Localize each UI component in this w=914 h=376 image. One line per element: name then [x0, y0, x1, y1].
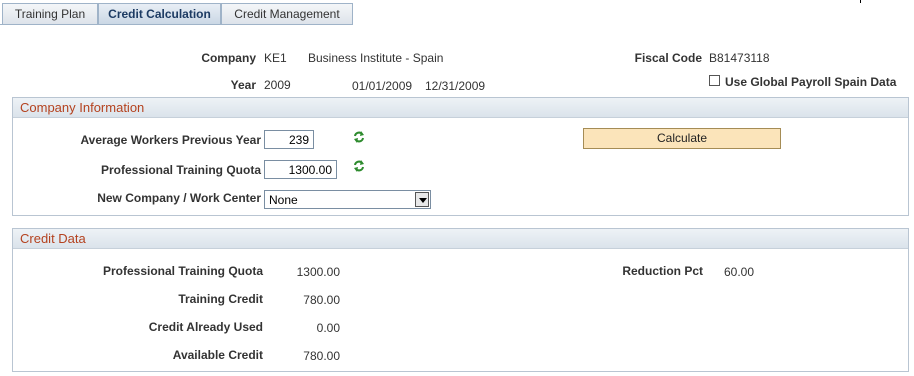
company-name: Business Institute - Spain — [308, 51, 444, 65]
company-label: Company — [201, 51, 256, 65]
available-credit-value: 780.00 — [303, 349, 340, 363]
company-information-header: Company Information — [13, 98, 908, 118]
calculate-button[interactable]: Calculate — [583, 128, 781, 149]
work-center-select[interactable]: None — [264, 190, 431, 209]
training-quota-input[interactable] — [264, 160, 337, 179]
global-payroll-label: Use Global Payroll Spain Data — [725, 75, 897, 89]
dropdown-arrow-icon[interactable] — [415, 192, 429, 207]
fiscal-code-label: Fiscal Code — [634, 51, 702, 65]
tab-credit-management[interactable]: Credit Management — [221, 3, 353, 24]
tab-training-plan[interactable]: Training Plan — [2, 3, 98, 24]
avg-workers-input[interactable] — [264, 130, 314, 149]
training-credit-value: 780.00 — [303, 293, 340, 307]
fiscal-code-value: B81473118 — [709, 51, 770, 65]
work-center-value: None — [269, 193, 298, 207]
year-label: Year — [230, 78, 256, 92]
credit-used-label: Credit Already Used — [148, 320, 263, 334]
tab-divider — [0, 24, 353, 25]
end-date: 12/31/2009 — [425, 79, 486, 93]
refresh-icon[interactable] — [352, 130, 366, 144]
work-center-label: New Company / Work Center — [97, 191, 261, 205]
refresh-icon[interactable] — [352, 159, 366, 173]
training-quota-label: Professional Training Quota — [100, 163, 261, 177]
cd-training-quota-label: Professional Training Quota — [102, 264, 263, 278]
avg-workers-label: Average Workers Previous Year — [80, 133, 261, 147]
global-payroll-checkbox[interactable] — [709, 75, 720, 86]
training-credit-label: Training Credit — [178, 292, 263, 306]
reduction-pct-label: Reduction Pct — [622, 264, 703, 278]
cd-training-quota-value: 1300.00 — [296, 265, 340, 279]
company-information-title: Company Information — [20, 100, 145, 115]
reduction-pct-value: 60.00 — [724, 265, 755, 279]
available-credit-label: Available Credit — [172, 348, 263, 362]
start-date: 01/01/2009 — [352, 79, 413, 93]
year-value: 2009 — [264, 78, 291, 92]
tab-credit-calculation[interactable]: Credit Calculation — [98, 3, 221, 25]
corner-mark — [860, 0, 861, 3]
credit-used-value: 0.00 — [316, 321, 340, 335]
company-code: KE1 — [264, 51, 287, 65]
credit-data-header: Credit Data — [13, 229, 908, 249]
credit-data-title: Credit Data — [20, 231, 86, 246]
